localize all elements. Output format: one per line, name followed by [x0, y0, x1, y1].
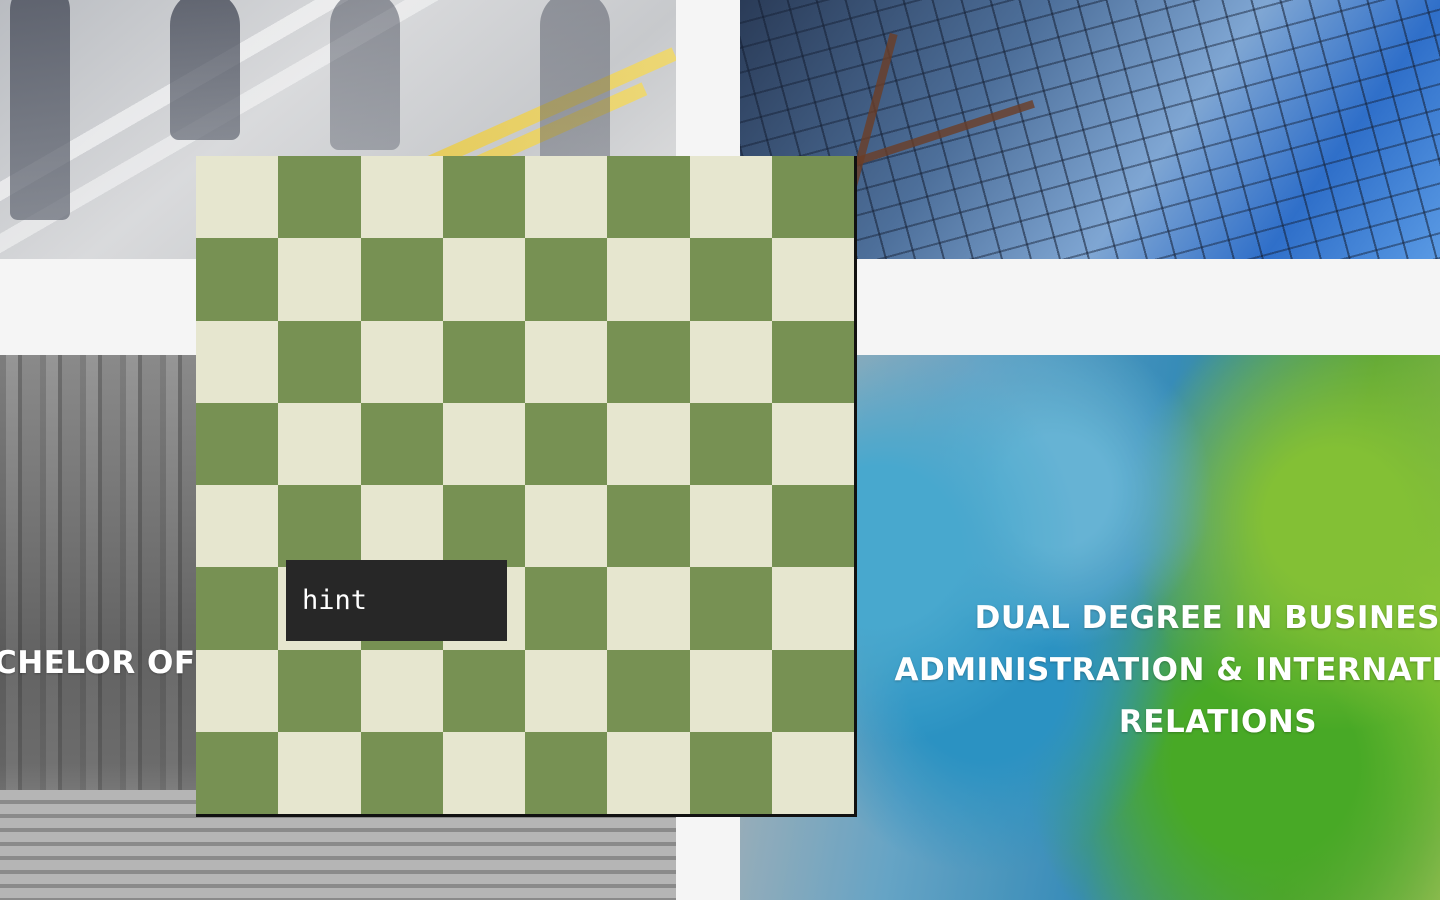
board-square-f7[interactable] [607, 238, 690, 321]
board-square-f1[interactable] [607, 731, 690, 814]
program-title-line-2: ADMINISTRATION & INTERNATIONAL [894, 652, 1440, 688]
board-square-h1[interactable] [771, 731, 854, 814]
board-square-a1[interactable] [196, 731, 279, 814]
board-square-e7[interactable] [525, 238, 608, 321]
board-square-d4[interactable] [442, 485, 525, 568]
board-square-d5[interactable] [442, 402, 525, 485]
board-square-e5[interactable] [525, 402, 608, 485]
board-square-b6[interactable] [278, 320, 361, 403]
board-square-d1[interactable] [442, 731, 525, 814]
board-square-b2[interactable] [278, 649, 361, 732]
board-square-h5[interactable] [771, 402, 854, 485]
board-square-f3[interactable] [607, 567, 690, 650]
board-square-g3[interactable] [689, 567, 772, 650]
board-square-b8[interactable] [278, 156, 361, 239]
page: CHELOR OF DUAL DEGREE IN BUSINESS ADMINI… [0, 0, 1440, 900]
board-square-g4[interactable] [689, 485, 772, 568]
board-square-b7[interactable] [278, 238, 361, 321]
board-square-e3[interactable] [525, 567, 608, 650]
board-square-c7[interactable] [360, 238, 443, 321]
board-square-f4[interactable] [607, 485, 690, 568]
program-title-line-1: DUAL DEGREE IN BUSINESS [974, 600, 1440, 636]
board-square-f6[interactable] [607, 320, 690, 403]
board-square-b4[interactable] [278, 485, 361, 568]
board-square-a5[interactable] [196, 402, 279, 485]
board-square-e2[interactable] [525, 649, 608, 732]
board-square-f5[interactable] [607, 402, 690, 485]
board-square-a6[interactable] [196, 320, 279, 403]
board-square-d7[interactable] [442, 238, 525, 321]
board-square-g2[interactable] [689, 649, 772, 732]
board-square-h3[interactable] [771, 567, 854, 650]
board-square-d6[interactable] [442, 320, 525, 403]
board-square-e1[interactable] [525, 731, 608, 814]
chessboard[interactable] [196, 156, 857, 817]
board-square-f2[interactable] [607, 649, 690, 732]
board-square-c2[interactable] [360, 649, 443, 732]
board-square-a4[interactable] [196, 485, 279, 568]
hint-button[interactable]: hint [286, 560, 507, 641]
board-square-b1[interactable] [278, 731, 361, 814]
board-square-h7[interactable] [771, 238, 854, 321]
board-square-e8[interactable] [525, 156, 608, 239]
board-square-a2[interactable] [196, 649, 279, 732]
board-square-b5[interactable] [278, 402, 361, 485]
board-square-c1[interactable] [360, 731, 443, 814]
board-square-h2[interactable] [771, 649, 854, 732]
board-square-g1[interactable] [689, 731, 772, 814]
board-square-g5[interactable] [689, 402, 772, 485]
board-square-d2[interactable] [442, 649, 525, 732]
board-square-e6[interactable] [525, 320, 608, 403]
board-square-a3[interactable] [196, 567, 279, 650]
program-title-right: DUAL DEGREE IN BUSINESS ADMINISTRATION &… [858, 592, 1440, 748]
board-square-h6[interactable] [771, 320, 854, 403]
board-square-f8[interactable] [607, 156, 690, 239]
board-square-c8[interactable] [360, 156, 443, 239]
program-title-line-3: RELATIONS [1118, 704, 1318, 740]
chessboard-grid[interactable] [196, 156, 854, 814]
board-square-d8[interactable] [442, 156, 525, 239]
board-square-h8[interactable] [771, 156, 854, 239]
program-title-left: CHELOR OF [0, 645, 196, 681]
board-square-g8[interactable] [689, 156, 772, 239]
board-square-a7[interactable] [196, 238, 279, 321]
board-square-h4[interactable] [771, 485, 854, 568]
board-square-e4[interactable] [525, 485, 608, 568]
board-square-g6[interactable] [689, 320, 772, 403]
board-square-g7[interactable] [689, 238, 772, 321]
board-square-c4[interactable] [360, 485, 443, 568]
board-square-c6[interactable] [360, 320, 443, 403]
board-square-c5[interactable] [360, 402, 443, 485]
board-square-a8[interactable] [196, 156, 279, 239]
